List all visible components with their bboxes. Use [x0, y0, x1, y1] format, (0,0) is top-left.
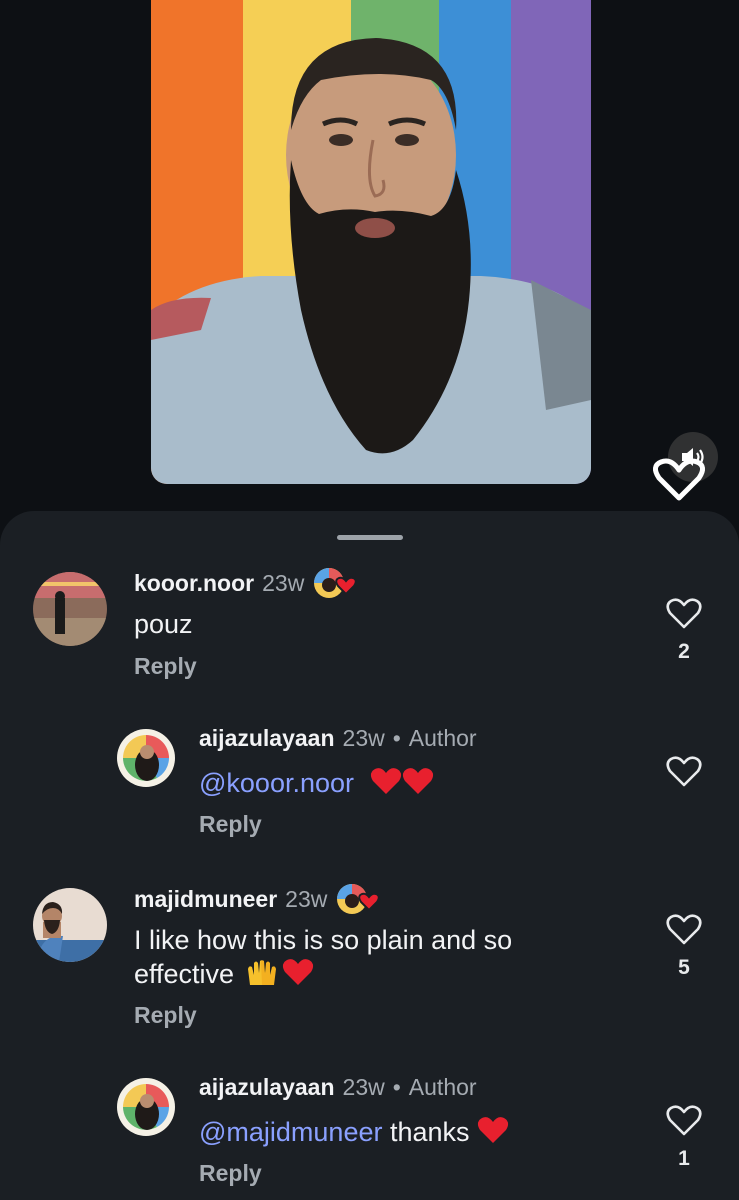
person-figure [151, 38, 591, 484]
avatar[interactable] [117, 1078, 175, 1136]
comment-text: pouz [134, 609, 193, 639]
like-button[interactable]: 1 [664, 1103, 704, 1171]
reply-button[interactable]: Reply [134, 653, 197, 680]
comment-text-body: I like how this is so plain and so effec… [134, 925, 513, 989]
creator-heart-badge-icon [312, 566, 358, 600]
like-count: 5 [678, 956, 690, 979]
comment-time: 23w [285, 886, 328, 912]
comment-time: 23w [262, 570, 305, 596]
red-heart-emoji [282, 957, 314, 995]
heart-outline-icon [666, 756, 702, 787]
avatar[interactable] [33, 888, 107, 962]
comment-time: 23w [342, 1074, 385, 1100]
red-heart-emoji [370, 766, 402, 804]
drag-handle[interactable] [337, 535, 403, 540]
comment-time: 23w [342, 725, 385, 751]
reels-comments-screen: kooor.noor 23w pouz Reply 2 aijazulayaan… [0, 0, 739, 1200]
heart-outline-icon [666, 1105, 702, 1136]
creator-heart-badge-icon [335, 882, 381, 916]
avatar[interactable] [117, 729, 175, 787]
like-button[interactable]: 5 [664, 912, 704, 980]
comment-text: I like how this is so plain and so effec… [134, 924, 574, 995]
like-button[interactable]: 2 [664, 596, 704, 664]
reply-button[interactable]: Reply [199, 811, 262, 838]
like-count: 1 [678, 1147, 690, 1170]
comment-username[interactable]: kooor.noor [134, 569, 254, 597]
video-player[interactable] [151, 0, 591, 484]
author-label: Author [408, 725, 477, 751]
red-heart-emoji [477, 1115, 509, 1153]
comment-username[interactable]: aijazulayaan [199, 1073, 335, 1101]
heart-outline-icon [666, 914, 702, 945]
comment-username[interactable]: aijazulayaan [199, 724, 335, 752]
raising-hands-emoji [246, 957, 278, 995]
reply-button[interactable]: Reply [134, 1002, 197, 1029]
comment-text: @kooor.noor [199, 766, 669, 804]
author-label: Author [408, 1074, 477, 1100]
avatar[interactable] [33, 572, 107, 646]
mention-link[interactable]: @kooor.noor [199, 768, 354, 798]
mention-link[interactable]: @majidmuneer [199, 1117, 382, 1147]
like-button[interactable] [664, 754, 704, 798]
sticker-heart-icon [653, 458, 705, 501]
reply-button[interactable]: Reply [199, 1160, 262, 1187]
red-heart-emoji [402, 766, 434, 804]
comment-username[interactable]: majidmuneer [134, 885, 277, 913]
heart-outline-icon [666, 598, 702, 629]
comment-text: @majidmuneer thanks [199, 1115, 669, 1153]
comment-text-body: thanks [390, 1117, 470, 1147]
comments-sheet: kooor.noor 23w pouz Reply 2 aijazulayaan… [0, 511, 739, 1200]
like-count: 2 [678, 640, 690, 663]
separator-dot: • [392, 725, 401, 751]
separator-dot: • [392, 1074, 401, 1100]
